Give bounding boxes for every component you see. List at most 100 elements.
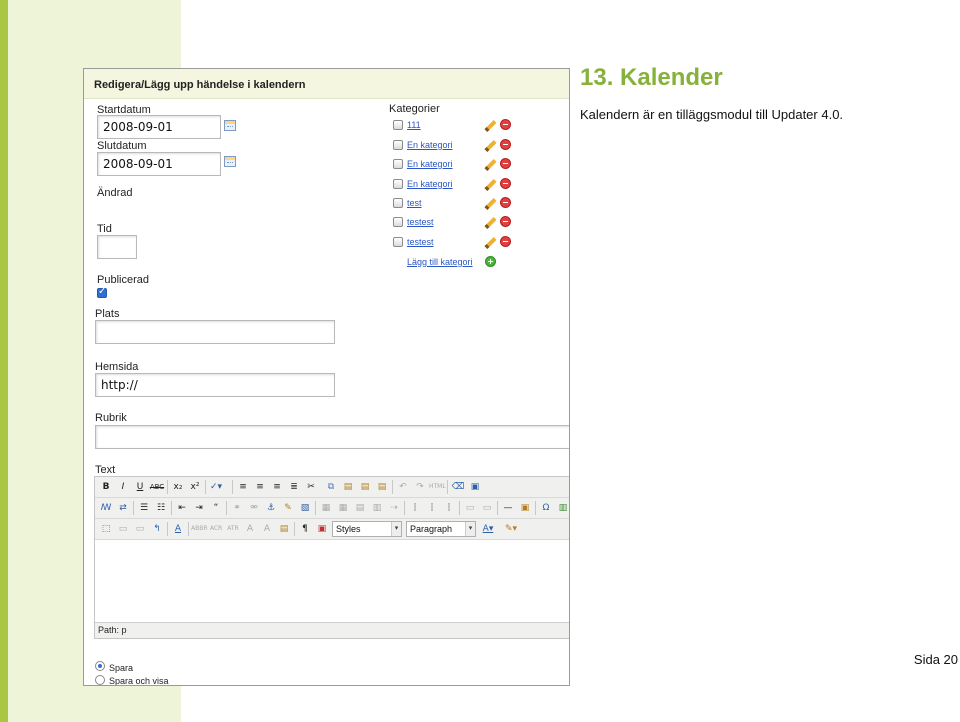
copy-icon[interactable]: ⧉: [323, 479, 339, 495]
table-props-icon[interactable]: ▦: [335, 500, 351, 516]
category-link[interactable]: En kategori: [407, 179, 453, 189]
add-category-link[interactable]: Lägg till kategori: [407, 257, 473, 267]
acronym-icon[interactable]: ACR: [208, 521, 224, 537]
category-checkbox[interactable]: [393, 198, 403, 208]
category-link[interactable]: testest: [407, 217, 434, 227]
category-link[interactable]: En kategori: [407, 140, 453, 150]
split-cells-icon[interactable]: ▭: [479, 500, 495, 516]
undo-icon[interactable]: ↶: [395, 479, 411, 495]
edit-pencil-icon[interactable]: [484, 236, 497, 250]
table-icon[interactable]: ▦: [318, 500, 334, 516]
horizontal-rule-icon[interactable]: —: [500, 500, 516, 516]
insert-col-after-icon[interactable]: ⫿: [424, 500, 440, 516]
bold-icon[interactable]: B: [98, 479, 114, 495]
numbered-list-icon[interactable]: ☷: [153, 500, 169, 516]
rubrik-input[interactable]: [95, 425, 569, 449]
underline-icon[interactable]: U: [132, 479, 148, 495]
category-checkbox[interactable]: [393, 179, 403, 189]
edit-pencil-icon[interactable]: [484, 178, 497, 192]
startdatum-input[interactable]: 2008-09-01: [97, 115, 221, 139]
spara-radio[interactable]: [95, 661, 105, 671]
category-checkbox[interactable]: [393, 217, 403, 227]
redo-icon[interactable]: ↷: [412, 479, 428, 495]
cut-icon[interactable]: ✂: [303, 479, 319, 495]
calendar-icon[interactable]: [224, 156, 236, 167]
delete-icon[interactable]: [500, 236, 511, 247]
align-right-icon[interactable]: ≡: [269, 479, 285, 495]
insert-layer-icon[interactable]: ▭: [115, 521, 131, 537]
bullet-list-icon[interactable]: ☰: [136, 500, 152, 516]
pdf-icon[interactable]: ▣: [314, 521, 330, 537]
indent-icon[interactable]: ⇥: [191, 500, 207, 516]
tid-input[interactable]: [97, 235, 137, 259]
template-icon[interactable]: ▤: [276, 521, 292, 537]
category-checkbox[interactable]: [393, 237, 403, 247]
replace-icon[interactable]: ⇄: [115, 500, 131, 516]
media-icon[interactable]: ▣: [517, 500, 533, 516]
blockquote-icon[interactable]: “: [208, 500, 224, 516]
delete-icon[interactable]: [500, 158, 511, 169]
slutdatum-input[interactable]: 2008-09-01: [97, 152, 221, 176]
edit-icon[interactable]: ✎: [280, 500, 296, 516]
calendar-icon[interactable]: [224, 120, 236, 131]
plats-input[interactable]: [95, 320, 335, 344]
delete-icon[interactable]: [500, 197, 511, 208]
delete-icon[interactable]: [500, 216, 511, 227]
move-forward-icon[interactable]: ▭: [132, 521, 148, 537]
html-source-icon[interactable]: HTML: [429, 479, 446, 495]
font-style-icon[interactable]: A: [170, 521, 186, 537]
row-props-icon[interactable]: ▤: [352, 500, 368, 516]
category-checkbox[interactable]: [393, 120, 403, 130]
align-center-icon[interactable]: ≡: [252, 479, 268, 495]
spellcheck-icon[interactable]: ✓▾: [208, 479, 224, 495]
special-char-icon[interactable]: Ω: [538, 500, 554, 516]
delete-icon[interactable]: [500, 178, 511, 189]
insert-col-before-icon[interactable]: ⫿: [407, 500, 423, 516]
paste-text-icon[interactable]: ▤: [357, 479, 373, 495]
delete-icon[interactable]: [500, 139, 511, 150]
fullscreen-icon[interactable]: ▣: [467, 479, 483, 495]
align-left-icon[interactable]: ≡: [235, 479, 251, 495]
unlink-icon[interactable]: ⚮: [246, 500, 262, 516]
insert-text-icon[interactable]: A: [259, 521, 275, 537]
paste-word-icon[interactable]: ▤: [374, 479, 390, 495]
merge-cells-icon[interactable]: ▭: [462, 500, 478, 516]
category-link[interactable]: En kategori: [407, 159, 453, 169]
edit-pencil-icon[interactable]: [484, 216, 497, 230]
highlight-color-icon[interactable]: ✎▾: [503, 521, 519, 537]
outdent-icon[interactable]: ⇤: [174, 500, 190, 516]
category-link[interactable]: 111: [407, 120, 421, 130]
add-icon[interactable]: [485, 256, 496, 267]
text-color-icon[interactable]: A▾: [480, 521, 496, 537]
publicerad-checkbox[interactable]: [97, 286, 107, 298]
paste-icon[interactable]: ▤: [340, 479, 356, 495]
edit-pencil-icon[interactable]: [484, 158, 497, 172]
edit-pencil-icon[interactable]: [484, 139, 497, 153]
category-checkbox[interactable]: [393, 159, 403, 169]
styles-select[interactable]: Styles ▾: [332, 521, 402, 537]
attribs-icon[interactable]: ATR: [225, 521, 241, 537]
category-link[interactable]: testest: [407, 237, 434, 247]
pilcrow-icon[interactable]: ¶: [297, 521, 313, 537]
anchor-icon[interactable]: ⚓: [263, 500, 279, 516]
category-checkbox[interactable]: [393, 140, 403, 150]
image-icon[interactable]: ▧: [297, 500, 313, 516]
abbr-icon[interactable]: ABBR: [191, 521, 208, 537]
delete-text-icon[interactable]: A: [242, 521, 258, 537]
cell-props-icon[interactable]: ▥: [369, 500, 385, 516]
find-icon[interactable]: ꟿ: [98, 500, 114, 516]
format-select[interactable]: Paragraph ▾: [406, 521, 476, 537]
delete-col-icon[interactable]: ⫿: [441, 500, 457, 516]
spreadsheet-icon[interactable]: ▥: [555, 500, 569, 516]
superscript-icon[interactable]: x²: [187, 479, 203, 495]
spara-och-visa-radio[interactable]: [95, 675, 105, 685]
cleanup-icon[interactable]: ⌫: [450, 479, 466, 495]
italic-icon[interactable]: I: [115, 479, 131, 495]
hemsida-input[interactable]: http://: [95, 373, 335, 397]
insert-row-icon[interactable]: ⇢: [386, 500, 402, 516]
delete-icon[interactable]: [500, 119, 511, 130]
link-icon[interactable]: ⚭: [229, 500, 245, 516]
strikethrough-icon[interactable]: ABC: [149, 479, 165, 495]
return-icon[interactable]: ↰: [149, 521, 165, 537]
edit-pencil-icon[interactable]: [484, 119, 497, 133]
